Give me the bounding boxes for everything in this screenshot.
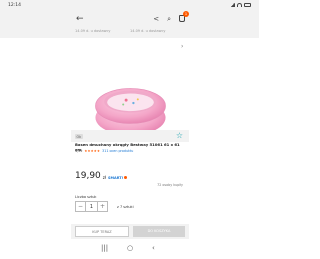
system-nav-bar: ||| ○ ‹ (0, 239, 259, 259)
stock-info: z 7 sztuki (117, 205, 134, 209)
cart-button[interactable]: 1 (179, 11, 189, 24)
price-row: 19,90 zł SMART! (75, 171, 127, 181)
system-back-icon[interactable]: ‹ (152, 244, 155, 252)
reviews-link[interactable]: 311 ocen produktu (102, 149, 133, 153)
price-value: 19,90 (75, 171, 101, 181)
rating-row[interactable]: 4,59 ★★★★★ 311 ocen produktu (75, 149, 133, 153)
recents-icon[interactable]: ||| (101, 244, 108, 252)
quantity-label: Liczba sztuk (75, 195, 97, 199)
share-icon[interactable]: < (153, 14, 159, 24)
buyers-count: 72 osoby kupiły (157, 183, 183, 187)
tag-band: Ok ☆ (71, 130, 189, 142)
top-actions: < ⌕ 1 (153, 11, 189, 24)
home-icon[interactable]: ○ (127, 244, 133, 252)
rating-value: 4,59 (75, 149, 83, 153)
smart-dot-icon (123, 175, 127, 179)
back-arrow-icon[interactable]: ← (76, 13, 84, 25)
actions-bar: KUP TERAZ DO KOSZYKA (71, 224, 189, 239)
signal-icon (230, 3, 235, 7)
smart-badge: SMART! (108, 175, 127, 180)
price-currency: zł (102, 175, 107, 180)
delivery-info-left: 14.09 d. u dostawcy (75, 29, 111, 33)
battery-icon (244, 3, 251, 7)
add-to-cart-button[interactable]: DO KOSZYKA (133, 226, 185, 237)
quantity-stepper: − 1 + (75, 201, 108, 212)
increase-button[interactable]: + (97, 201, 108, 212)
buy-now-button[interactable]: KUP TERAZ (75, 226, 129, 237)
search-icon[interactable]: ⌕ (167, 14, 171, 24)
decrease-button[interactable]: − (75, 201, 86, 212)
favorite-star-icon[interactable]: ☆ (176, 131, 183, 140)
wifi-icon (237, 3, 242, 7)
rating-stars-icon: ★★★★★ (84, 149, 101, 153)
gallery-next-icon[interactable]: › (181, 43, 183, 50)
smart-label: SMART! (108, 175, 124, 180)
product-badge: Ok (75, 134, 83, 140)
status-time: 12:14 (8, 3, 21, 8)
delivery-band: 14.09 d. u dostawcy 14.09 d. u dostawcy (0, 26, 259, 38)
delivery-info-right: 14.09 d. u dostawcy (130, 29, 166, 33)
cart-count-badge: 1 (183, 11, 189, 17)
product-card: › Basen dmuchany okrągły Bestway 51061 6… (71, 38, 189, 239)
app-top-bar: ← < ⌕ 1 (0, 11, 259, 26)
status-icons (230, 3, 251, 7)
status-bar: 12:14 (0, 0, 259, 12)
quantity-input[interactable]: 1 (86, 201, 97, 212)
